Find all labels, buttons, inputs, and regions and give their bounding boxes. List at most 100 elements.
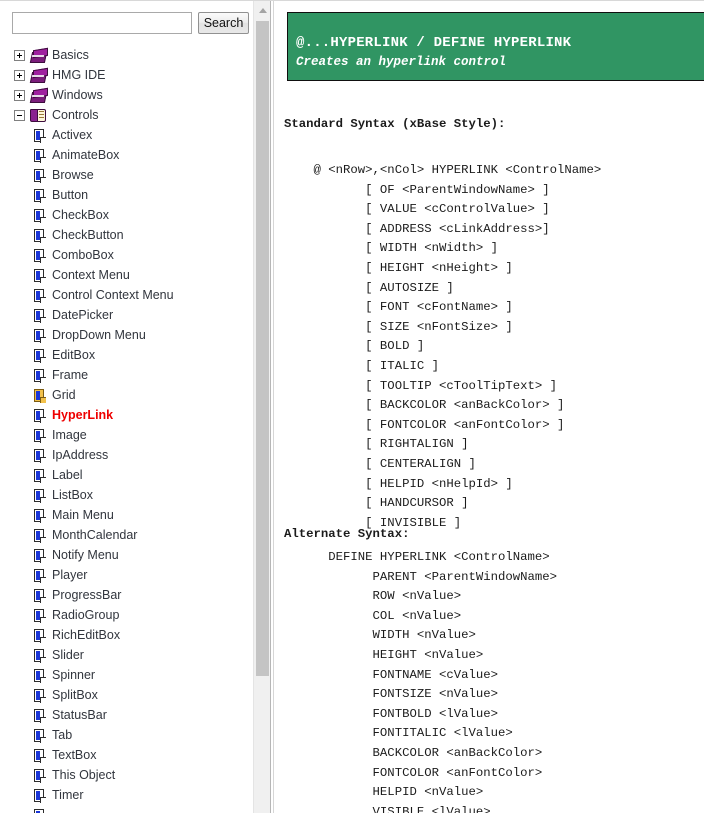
tree-item-label: ListBox [52,488,93,502]
tree-item-player[interactable]: Player [0,565,253,585]
tree-item-label: ProgressBar [52,588,122,602]
scrollbar-thumb[interactable] [256,21,269,676]
page-icon [33,808,46,813]
pane-splitter[interactable] [270,1,274,813]
tree-item-label: Label [52,468,83,482]
tree-item-spinner[interactable]: Spinner [0,665,253,685]
alternate-syntax-heading: Alternate Syntax: [284,527,410,541]
page-icon [33,148,46,163]
search-button[interactable]: Search [198,12,249,34]
standard-syntax-code: @ <nRow>,<nCol> HYPERLINK <ControlName> … [313,163,602,530]
tree-item-label: MonthCalendar [52,528,138,542]
tree-item-label: SplitBox [52,688,98,702]
tree-item-checkbox[interactable]: CheckBox [0,205,253,225]
tree-item-grid[interactable]: Grid [0,385,253,405]
page-icon [33,768,46,783]
page-icon [33,328,46,343]
tree-item-timer[interactable]: Timer [0,785,253,805]
tree-item-label: Tab [52,728,73,742]
tree-item-listbox[interactable]: ListBox [0,485,253,505]
search-input[interactable] [12,12,192,34]
content-pane: @...HYPERLINK / DEFINE HYPERLINK Creates… [276,1,704,813]
tree-item-browse[interactable]: Browse [0,165,253,185]
expand-plus-icon[interactable] [14,49,25,61]
open-book-icon [30,108,47,123]
tree-item-checkbutton[interactable]: CheckButton [0,225,253,245]
tree-item-label: DropDown Menu [52,328,146,342]
tree-item-progressbar[interactable]: ProgressBar [0,585,253,605]
tree-item-slider[interactable]: Slider [0,645,253,665]
tree-item-textbox[interactable]: TextBox [0,745,253,765]
tree-item-richeditbox[interactable]: RichEditBox [0,625,253,645]
tree-item-monthcalendar[interactable]: MonthCalendar [0,525,253,545]
tree-item-hmg-ide[interactable]: HMG IDE [0,65,253,85]
tree-item-label: Timer [52,788,84,802]
tree-item-main-menu[interactable]: Main Menu [0,505,253,525]
page-icon [33,668,46,683]
tree-item-editbox[interactable]: EditBox [0,345,253,365]
tree-item-label: HMG IDE [52,68,106,82]
tree-item-this-object[interactable]: This Object [0,765,253,785]
navigation-scrollbar[interactable] [253,1,270,813]
tree-item-image[interactable]: Image [0,425,253,445]
tree-item-tab[interactable]: Tab [0,725,253,745]
tree-item-label: CheckButton [52,228,124,242]
page-icon [33,288,46,303]
page-icon [33,208,46,223]
tree-item-label: IpAddress [52,448,109,462]
tree-item-label: ComboBox [52,248,114,262]
page-icon [33,368,46,383]
tree-item-statusbar[interactable]: StatusBar [0,705,253,725]
tree-item-windows[interactable]: Windows [0,85,253,105]
tree-item-button[interactable]: Button [0,185,253,205]
expand-plus-icon[interactable] [14,89,25,101]
tree-item-label: CheckBox [52,208,109,222]
page-icon [33,548,46,563]
tree-item[interactable] [0,805,253,813]
page-icon [33,248,46,263]
tree-item-label: Button [52,188,89,202]
page-icon [33,728,46,743]
tree-item-frame[interactable]: Frame [0,365,253,385]
collapse-minus-icon[interactable] [14,109,25,121]
tree-item-label: Frame [52,368,89,382]
page-icon [33,428,46,443]
tree-item-notify-menu[interactable]: Notify Menu [0,545,253,565]
tree-item-control-context-menu[interactable]: Control Context Menu [0,285,253,305]
expand-plus-icon[interactable] [14,69,25,81]
page-icon [33,788,46,803]
topic-tree[interactable]: Basics HMG IDE Windows Controls Activex Anima… [0,45,253,813]
tree-item-dropdown-menu[interactable]: DropDown Menu [0,325,253,345]
page-icon [33,348,46,363]
topic-title: @...HYPERLINK / DEFINE HYPERLINK [296,35,572,51]
topic-banner: @...HYPERLINK / DEFINE HYPERLINK Creates… [287,12,704,81]
tree-item-activex[interactable]: Activex [0,125,253,145]
page-icon [33,388,46,403]
page-icon [33,228,46,243]
tree-item-splitbox[interactable]: SplitBox [0,685,253,705]
page-icon [33,308,46,323]
tree-item-context-menu[interactable]: Context Menu [0,265,253,285]
scroll-up-arrow-icon[interactable] [255,2,270,17]
page-icon [33,708,46,723]
tree-item-basics[interactable]: Basics [0,45,253,65]
page-icon [33,408,46,423]
topic-subtitle: Creates an hyperlink control [296,55,507,69]
navigation-pane: Search Basics HMG IDE Windows Controls Activ… [0,1,253,813]
tree-item-label: HyperLink [52,408,114,422]
tree-item-controls[interactable]: Controls [0,105,253,125]
tree-item-label: Player [52,568,88,582]
page-icon [33,528,46,543]
tree-item-animatebox[interactable]: AnimateBox [0,145,253,165]
tree-item-ipaddress[interactable]: IpAddress [0,445,253,465]
tree-item-radiogroup[interactable]: RadioGroup [0,605,253,625]
tree-item-label: Image [52,428,87,442]
page-icon [33,508,46,523]
tree-item-combobox[interactable]: ComboBox [0,245,253,265]
page-icon [33,168,46,183]
tree-item-label[interactable]: Label [0,465,253,485]
tree-item-label: Activex [52,128,93,142]
tree-item-datepicker[interactable]: DatePicker [0,305,253,325]
tree-item-hyperlink[interactable]: HyperLink [0,405,253,425]
tree-item-label: RadioGroup [52,608,120,622]
